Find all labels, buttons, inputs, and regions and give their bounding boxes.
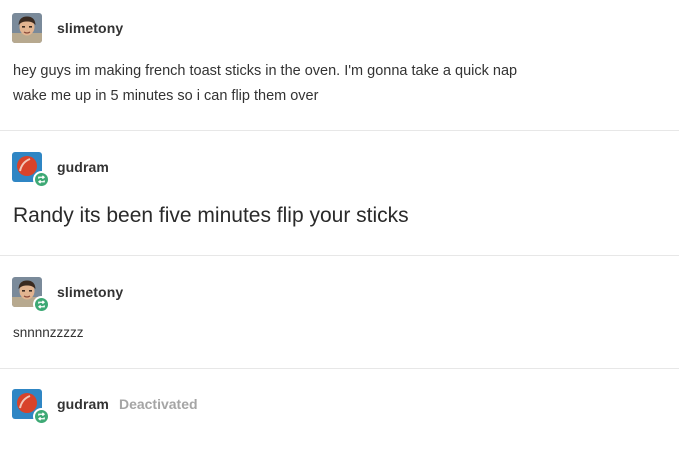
reblog-icon xyxy=(33,408,50,425)
username-link[interactable]: slimetony xyxy=(57,20,123,36)
post-text: Randy its been five minutes flip your st… xyxy=(13,204,409,227)
username-link[interactable]: slimetony xyxy=(57,284,123,300)
reblog-icon xyxy=(33,296,50,313)
post-gudram-reblog: gudram Randy its been five minutes flip … xyxy=(0,131,679,255)
post-text: hey guys im making french toast sticks i… xyxy=(13,59,517,109)
reblog-icon xyxy=(33,171,50,188)
post-header: slimetony xyxy=(12,12,123,44)
avatar[interactable] xyxy=(12,152,50,188)
post-text-line: wake me up in 5 minutes so i can flip th… xyxy=(13,88,319,104)
person-avatar-icon xyxy=(12,13,42,43)
username-link[interactable]: gudram xyxy=(57,159,109,175)
post-header: slimetony xyxy=(12,276,123,313)
avatar[interactable] xyxy=(12,389,50,425)
avatar[interactable] xyxy=(12,277,50,313)
avatar[interactable] xyxy=(12,13,42,43)
username-link[interactable]: gudram xyxy=(57,396,109,412)
deactivated-label: Deactivated xyxy=(118,396,198,412)
post-header: gudram xyxy=(12,151,109,188)
post-slimetony-original: slimetony hey guys im making french toas… xyxy=(0,0,679,130)
post-text-line: hey guys im making french toast sticks i… xyxy=(13,63,518,79)
post-header: gudram Deactivated xyxy=(12,388,198,425)
post-text: snnnnzzzzz xyxy=(13,325,84,340)
post-gudram-deactivated: gudram Deactivated xyxy=(0,369,679,449)
reblog-thread: slimetony hey guys im making french toas… xyxy=(0,0,679,449)
post-slimetony-reblog: slimetony snnnnzzzzz xyxy=(0,256,679,368)
